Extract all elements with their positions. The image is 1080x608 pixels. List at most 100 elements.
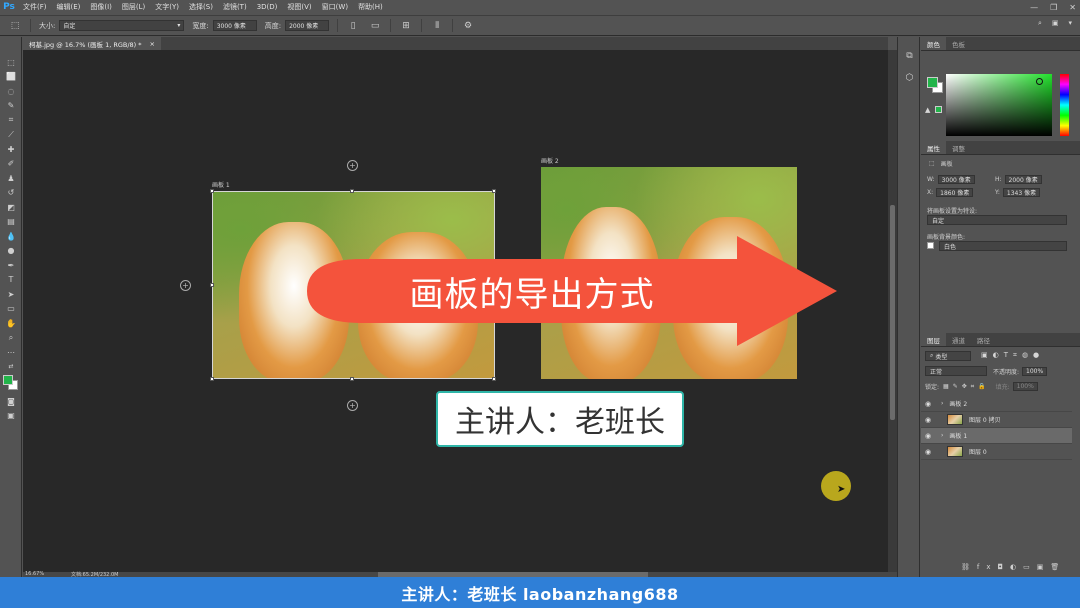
menu-window[interactable]: 窗口(W) — [317, 2, 353, 12]
x-field[interactable]: 1860 像素 — [936, 188, 974, 197]
tab-properties[interactable]: 属性 — [921, 141, 946, 154]
web-safe-swatch[interactable] — [935, 106, 942, 113]
eye-icon[interactable]: ◉ — [921, 432, 935, 440]
hue-slider[interactable] — [1060, 74, 1069, 136]
close-icon[interactable]: ✕ — [1069, 3, 1076, 12]
transform-handle[interactable] — [210, 189, 214, 193]
vertical-scrollbar[interactable] — [888, 50, 897, 572]
eye-icon[interactable]: ◉ — [921, 448, 935, 456]
minimize-icon[interactable]: — — [1030, 3, 1038, 12]
tab-layers[interactable]: 图层 — [921, 333, 946, 346]
eye-icon[interactable]: ◉ — [921, 416, 935, 424]
add-artboard-left-icon[interactable]: + — [180, 280, 191, 291]
menu-image[interactable]: 图像(I) — [85, 2, 117, 12]
more-tools-icon[interactable]: ⋯ — [0, 345, 22, 360]
add-artboard-top-icon[interactable]: + — [347, 160, 358, 171]
transform-handle[interactable] — [350, 377, 354, 381]
gradient-tool-icon[interactable]: ▤ — [0, 215, 22, 230]
history-icon[interactable]: ⧉ — [898, 45, 921, 67]
zoom-tool-icon[interactable]: ⌕ — [0, 331, 22, 346]
marquee-tool-icon[interactable]: ⬜ — [0, 70, 22, 85]
menu-3d[interactable]: 3D(D) — [252, 3, 283, 11]
menu-file[interactable]: 文件(F) — [18, 2, 52, 12]
menu-type[interactable]: 文字(Y) — [150, 2, 184, 12]
y-field[interactable]: 1343 像素 — [1002, 188, 1041, 197]
blur-tool-icon[interactable]: 💧 — [0, 229, 22, 244]
workspace-icon[interactable]: ▣ — [1052, 19, 1059, 28]
healing-tool-icon[interactable]: ✚ — [0, 142, 22, 157]
fill-field[interactable]: 100% — [1012, 382, 1038, 391]
tab-channels[interactable]: 通道 — [946, 333, 971, 346]
quick-mask-icon[interactable]: ◙ — [0, 394, 22, 409]
search-icon[interactable]: ⌕ — [1038, 19, 1042, 28]
menu-view[interactable]: 视图(V) — [282, 2, 316, 12]
transform-handle[interactable] — [210, 377, 214, 381]
bg-color-swatch[interactable] — [927, 242, 934, 249]
add-artboard-icon[interactable]: ⊞ — [399, 19, 413, 33]
dodge-tool-icon[interactable]: ● — [0, 244, 22, 259]
preset-select[interactable]: 自定 — [927, 215, 1067, 225]
chevron-down-icon[interactable]: ▾ — [1068, 19, 1072, 28]
h-field[interactable]: 2000 像素 — [1004, 175, 1042, 184]
gear-icon[interactable]: ⚙ — [461, 19, 475, 33]
move-tool-icon[interactable]: ⬚ — [0, 55, 22, 70]
tab-adjustments[interactable]: 调整 — [946, 141, 971, 154]
add-artboard-bottom-icon[interactable]: + — [347, 400, 358, 411]
expand-chevron-icon[interactable]: › — [941, 400, 943, 407]
artboard-tool-icon[interactable]: ⬚ — [8, 19, 22, 33]
warning-icon[interactable]: ▲ — [925, 106, 930, 114]
opacity-field[interactable]: 100% — [1022, 367, 1048, 376]
layer-filter-icons[interactable]: ▣◐T⌗◍● — [981, 351, 1044, 360]
menu-layer[interactable]: 图层(L) — [117, 2, 150, 12]
width-field[interactable]: 3000 像素 — [212, 20, 257, 31]
eyedropper-tool-icon[interactable]: ⟋ — [0, 128, 22, 143]
menu-filter[interactable]: 滤镜(T) — [218, 2, 252, 12]
layer-filter-select[interactable]: ⌕ 类型 — [925, 351, 971, 361]
restore-icon[interactable]: ❐ — [1050, 3, 1057, 12]
color-picker-ring[interactable] — [1036, 78, 1043, 85]
3d-icon[interactable]: ⬡ — [898, 67, 921, 89]
artboard-2-label[interactable]: 画板 2 — [541, 156, 559, 165]
screen-mode-icon[interactable]: ▣ — [0, 409, 22, 424]
transform-handle[interactable] — [492, 377, 496, 381]
brush-tool-icon[interactable]: ✐ — [0, 157, 22, 172]
document-tab[interactable]: 柯基.jpg @ 16.7% (画板 1, RGB/8) * × — [23, 37, 161, 50]
portrait-icon[interactable]: ▯ — [346, 19, 360, 33]
lock-icons[interactable]: ▦✎✥⌗🔒 — [943, 383, 990, 391]
expand-chevron-icon[interactable]: › — [941, 432, 943, 439]
height-field[interactable]: 2000 像素 — [285, 20, 330, 31]
canvas-area[interactable]: 画板 1 + + + 画板 2 画板的导出方式 主讲人：老班长 ➤ — [23, 50, 888, 572]
bg-color-select[interactable]: 白色 — [939, 241, 1067, 251]
landscape-icon[interactable]: ▭ — [368, 19, 382, 33]
menu-select[interactable]: 选择(S) — [184, 2, 218, 12]
tab-color[interactable]: 颜色 — [921, 37, 946, 50]
tab-paths[interactable]: 路径 — [971, 333, 996, 346]
pen-tool-icon[interactable]: ✒ — [0, 258, 22, 273]
artboard-1-label[interactable]: 画板 1 — [212, 180, 230, 189]
shape-tool-icon[interactable]: ▭ — [0, 302, 22, 317]
vertical-scroll-thumb[interactable] — [890, 205, 895, 420]
hand-tool-icon[interactable]: ✋ — [0, 316, 22, 331]
layer-row-layer-0-copy[interactable]: ◉ 图层 0 拷贝 — [921, 412, 1072, 428]
tab-swatches[interactable]: 色板 — [946, 37, 971, 50]
color-swatches[interactable] — [0, 374, 21, 394]
close-icon[interactable]: × — [150, 40, 155, 48]
swap-colors-icon[interactable]: ⇄ — [0, 360, 22, 375]
history-brush-icon[interactable]: ↺ — [0, 186, 22, 201]
quick-select-tool-icon[interactable]: ✎ — [0, 99, 22, 114]
foreground-color-swatch[interactable] — [927, 77, 938, 88]
layer-row-artboard-2[interactable]: ◉ › 画板 2 — [921, 396, 1072, 412]
lasso-tool-icon[interactable]: ◌ — [0, 84, 22, 99]
w-field[interactable]: 3000 像素 — [937, 175, 975, 184]
foreground-color-swatch[interactable] — [3, 375, 13, 385]
transform-handle[interactable] — [210, 283, 214, 287]
eraser-tool-icon[interactable]: ◩ — [0, 200, 22, 215]
transform-handle[interactable] — [492, 189, 496, 193]
transform-handle[interactable] — [350, 189, 354, 193]
align-icon[interactable]: ⫴ — [430, 19, 444, 33]
layer-actions-bar[interactable]: ⛓fx◘◐▭▣🗑 — [961, 563, 1066, 571]
eye-icon[interactable]: ◉ — [921, 400, 935, 408]
layer-row-layer-0[interactable]: ◉ 图层 0 — [921, 444, 1072, 460]
size-select[interactable]: 自定 ▾ — [59, 20, 185, 31]
menu-edit[interactable]: 编辑(E) — [52, 2, 86, 12]
